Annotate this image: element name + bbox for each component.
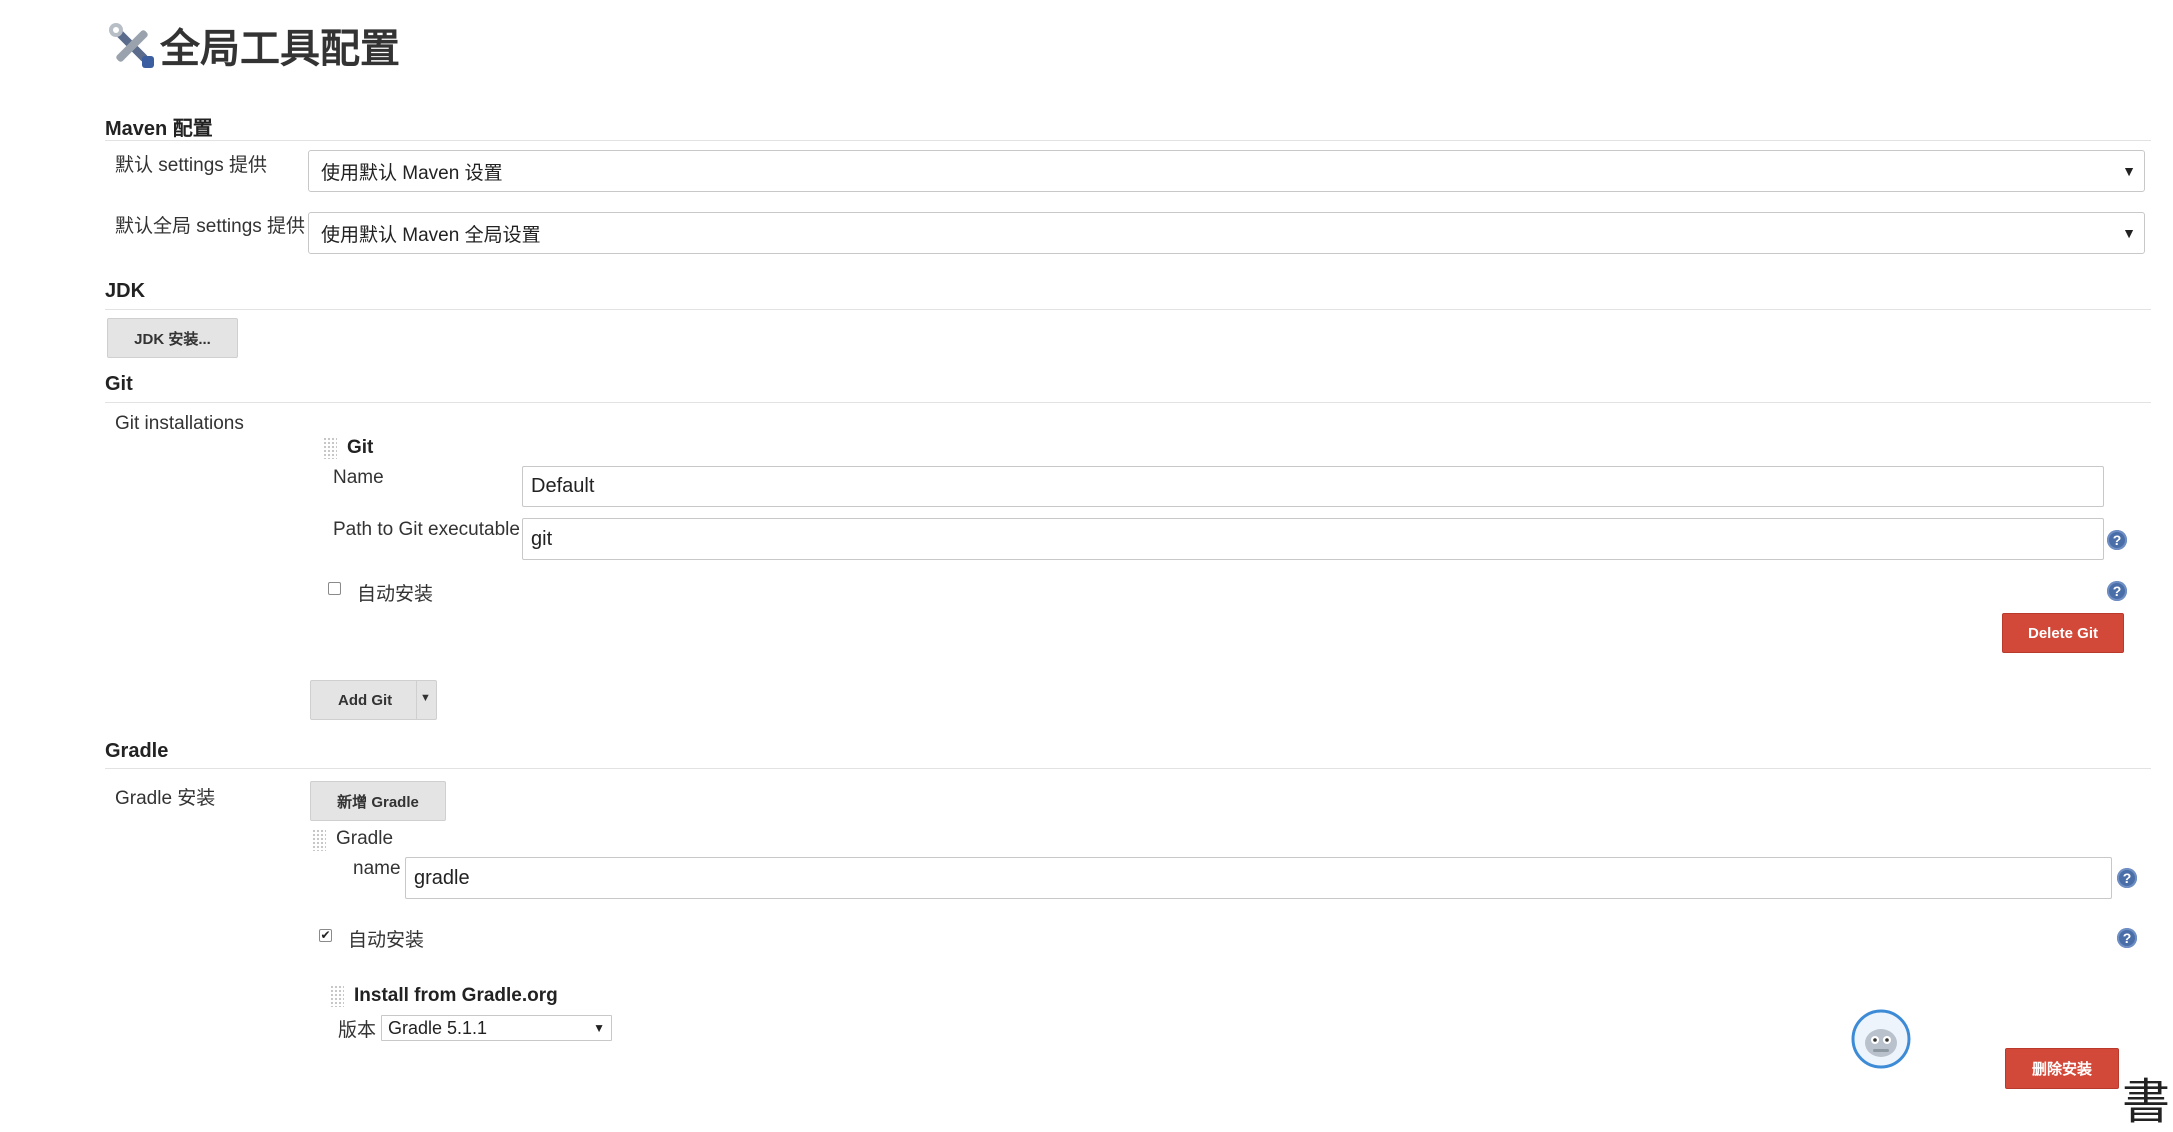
maven-settings-select[interactable]: 使用默认 Maven 设置 ▼ <box>308 150 2145 192</box>
gradle-auto-install-label: 自动安装 <box>348 930 425 951</box>
gradle-version-label: 版本 <box>338 1020 377 1041</box>
page-title: 全局工具配置 <box>160 27 400 71</box>
drag-handle-icon[interactable] <box>330 985 344 1007</box>
git-name-value: Default <box>531 475 595 497</box>
jdk-install-button[interactable]: JDK 安装... <box>107 318 238 358</box>
git-auto-install-checkbox[interactable] <box>328 582 341 595</box>
maven-divider <box>105 140 2151 141</box>
gradle-name-label: name <box>353 858 401 879</box>
gradle-installations-label: Gradle 安装 <box>115 788 216 809</box>
chevron-down-icon: ▼ <box>2122 225 2136 241</box>
robot-avatar-icon[interactable] <box>1851 1009 1911 1069</box>
maven-global-settings-select[interactable]: 使用默认 Maven 全局设置 ▼ <box>308 212 2145 254</box>
gradle-name-input[interactable]: gradle <box>405 857 2112 899</box>
watermark-glyph: 書 <box>2122 1074 2171 1130</box>
tools-icon <box>104 18 160 74</box>
gradle-version-select[interactable]: Gradle 5.1.1 ▼ <box>381 1015 612 1041</box>
git-path-value: git <box>531 527 553 550</box>
gradle-name-value: gradle <box>414 866 470 889</box>
chevron-down-icon: ▼ <box>2122 163 2136 179</box>
jdk-section-title: JDK <box>105 280 146 302</box>
jdk-divider <box>105 309 2151 310</box>
maven-global-settings-value: 使用默认 Maven 全局设置 <box>321 224 541 246</box>
maven-global-settings-label: 默认全局 settings 提供 <box>115 216 306 237</box>
git-auto-install-label: 自动安装 <box>357 584 434 605</box>
chevron-down-icon: ▼ <box>593 1021 605 1035</box>
help-icon[interactable]: ? <box>2117 868 2137 888</box>
split-divider <box>416 681 417 719</box>
help-icon[interactable]: ? <box>2117 928 2137 948</box>
git-installations-label: Git installations <box>115 413 244 434</box>
add-git-button[interactable]: Add Git ▼ <box>310 680 437 720</box>
git-path-input[interactable]: git <box>522 518 2104 560</box>
git-section-title: Git <box>105 373 133 395</box>
maven-settings-value: 使用默认 Maven 设置 <box>321 162 503 184</box>
gradle-divider <box>105 768 2151 769</box>
maven-section-title: Maven 配置 <box>105 118 213 140</box>
delete-git-button[interactable]: Delete Git <box>2002 613 2124 653</box>
maven-settings-label: 默认 settings 提供 <box>115 155 268 176</box>
drag-handle-icon[interactable] <box>323 437 337 459</box>
gradle-version-value: Gradle 5.1.1 <box>388 1017 488 1038</box>
caret-down-icon[interactable]: ▼ <box>420 692 431 704</box>
add-git-label: Add Git <box>338 691 393 709</box>
help-icon[interactable]: ? <box>2107 581 2127 601</box>
delete-gradle-install-button[interactable]: 删除安装 <box>2005 1048 2119 1089</box>
git-name-label: Name <box>333 467 384 488</box>
gradle-block-title: Gradle <box>336 828 394 849</box>
help-icon[interactable]: ? <box>2107 530 2127 550</box>
gradle-auto-install-checkbox[interactable]: ✔ <box>319 929 332 942</box>
gradle-section-title: Gradle <box>105 740 169 762</box>
git-divider <box>105 402 2151 403</box>
add-gradle-button[interactable]: 新增 Gradle <box>310 781 446 821</box>
git-name-input[interactable]: Default <box>522 466 2104 507</box>
drag-handle-icon[interactable] <box>312 829 326 851</box>
git-block-title: Git <box>347 437 374 458</box>
gradle-installer-title: Install from Gradle.org <box>354 985 558 1006</box>
git-path-label: Path to Git executable <box>333 519 520 540</box>
